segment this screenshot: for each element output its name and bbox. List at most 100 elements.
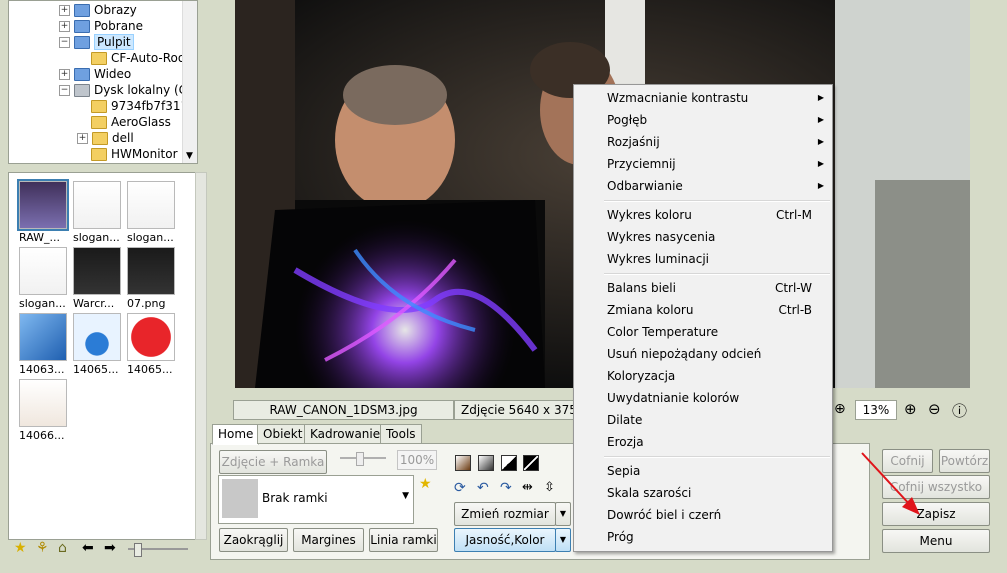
slider-thumb[interactable] bbox=[134, 543, 142, 557]
frame-line-button[interactable]: Linia ramki bbox=[369, 528, 438, 552]
tab-obiekt[interactable]: Obiekt bbox=[257, 424, 309, 444]
tab-kadrowanie[interactable]: Kadrowanie bbox=[304, 424, 387, 444]
menu-item[interactable]: Koloryzacja bbox=[574, 365, 832, 387]
zoom-fit-icon[interactable]: ⊕ bbox=[834, 401, 846, 417]
chevron-down-icon[interactable]: ▼ bbox=[186, 151, 193, 161]
thumbnail-caption: RAW_... bbox=[19, 231, 60, 244]
tree-item[interactable]: + Obrazy bbox=[59, 2, 137, 18]
menu-item[interactable]: Usuń niepożądany odcień bbox=[574, 343, 832, 365]
tree-item[interactable]: + dell bbox=[77, 130, 134, 146]
thumbnail-item[interactable]: slogan... bbox=[127, 181, 179, 244]
thumbnail-image bbox=[73, 181, 121, 229]
frame-select[interactable]: Brak ramki ▼ bbox=[218, 475, 414, 524]
thumbnail-item[interactable]: 07.png bbox=[127, 247, 179, 310]
brightness-dropdown-icon[interactable]: ▼ bbox=[555, 528, 571, 552]
menu-item-label: Erozja bbox=[607, 435, 644, 449]
menu-item[interactable]: Pogłęb ▶ bbox=[574, 109, 832, 131]
menu-item-shortcut: Ctrl-B bbox=[778, 303, 813, 317]
menu-item[interactable]: Skala szarości bbox=[574, 482, 832, 504]
photo-frame-button[interactable]: Zdjęcie + Ramka bbox=[219, 450, 327, 474]
forward-arrow-icon[interactable]: ➡ bbox=[104, 540, 116, 556]
back-arrow-icon[interactable]: ⬅ bbox=[82, 540, 94, 556]
rotate-icon[interactable]: ⟳ bbox=[454, 480, 466, 496]
frame-percent-input[interactable]: 100% bbox=[397, 450, 437, 470]
thumbnail-item[interactable]: 14063... bbox=[19, 313, 71, 376]
flip-vertical-icon[interactable]: ⇳ bbox=[544, 480, 555, 495]
thumbnail-item[interactable]: 14065... bbox=[127, 313, 179, 376]
menu-item[interactable]: Przyciemnij ▶ bbox=[574, 153, 832, 175]
tree-item-label: 9734fb7f311 bbox=[111, 99, 189, 113]
sepia-icon[interactable] bbox=[455, 455, 471, 471]
menu-item[interactable]: Erozja bbox=[574, 431, 832, 453]
menu-item[interactable]: Dilate bbox=[574, 409, 832, 431]
thumbnail-caption: Warcr... bbox=[73, 297, 115, 310]
menu-item[interactable]: Rozjaśnij ▶ bbox=[574, 131, 832, 153]
frame-slider[interactable] bbox=[340, 452, 386, 466]
tree-item[interactable]: 9734fb7f311 bbox=[91, 98, 188, 114]
thumbnail-item[interactable]: slogan... bbox=[19, 247, 71, 310]
tree-item[interactable]: CF-Auto-Root bbox=[91, 50, 190, 66]
tab-tools[interactable]: Tools bbox=[380, 424, 422, 444]
menu-item[interactable]: Odbarwianie ▶ bbox=[574, 175, 832, 197]
tree-item[interactable]: − Dysk lokalny (C:) bbox=[59, 82, 196, 98]
redo-button[interactable]: Powtórz bbox=[939, 449, 990, 473]
zoom-out-icon[interactable]: ⊖ bbox=[928, 400, 941, 418]
menu-item[interactable]: Wykres koloru Ctrl-M bbox=[574, 204, 832, 226]
expander-icon[interactable]: − bbox=[59, 85, 70, 96]
zoom-level[interactable]: 13% bbox=[855, 400, 897, 420]
star-icon[interactable]: ★ bbox=[14, 540, 27, 556]
tab-home[interactable]: Home bbox=[212, 424, 260, 445]
thumbnail-item[interactable]: RAW_... bbox=[17, 179, 71, 244]
menu-item[interactable]: Zmiana koloru Ctrl-B bbox=[574, 299, 832, 321]
expander-icon[interactable]: + bbox=[59, 21, 70, 32]
tag-icon[interactable]: ⚘ bbox=[36, 540, 49, 556]
menu-item[interactable]: Wykres luminacji bbox=[574, 248, 832, 270]
tree-item[interactable]: AeroGlass bbox=[91, 114, 171, 130]
resize-button[interactable]: Zmień rozmiar bbox=[454, 502, 556, 526]
tree-item[interactable]: − Pulpit bbox=[59, 34, 134, 50]
chevron-down-icon[interactable]: ▼ bbox=[402, 491, 409, 501]
thumbnail-item[interactable]: 14066... bbox=[19, 379, 71, 442]
folder-tree[interactable]: + Obrazy + Pobrane − Pulpit CF-Auto-Root + Wideo… bbox=[8, 0, 198, 164]
menu-item[interactable]: Sepia bbox=[574, 460, 832, 482]
contrast-icon[interactable] bbox=[501, 455, 517, 471]
tree-item[interactable]: + Wideo bbox=[59, 66, 131, 82]
expander-icon[interactable]: + bbox=[59, 5, 70, 16]
rotate-left-icon[interactable]: ↶ bbox=[477, 480, 489, 496]
resize-dropdown-icon[interactable]: ▼ bbox=[555, 502, 571, 526]
menu-item[interactable]: Wzmacnianie kontrastu ▶ bbox=[574, 87, 832, 109]
expander-icon[interactable]: + bbox=[77, 133, 88, 144]
tree-item[interactable]: + Pobrane bbox=[59, 18, 143, 34]
tree-item[interactable]: HWMonitor bbox=[91, 146, 178, 162]
folder-open-icon[interactable]: ⌂ bbox=[58, 540, 67, 556]
thumbnail-list[interactable]: RAW_... slogan... slogan... slogan... Warcr.… bbox=[8, 172, 198, 540]
info-icon[interactable]: ⓘ bbox=[952, 400, 967, 421]
menu-item[interactable]: Wykres nasycenia bbox=[574, 226, 832, 248]
menu-item[interactable]: Dowróć biel i czerń bbox=[574, 504, 832, 526]
margins-button[interactable]: Margines bbox=[293, 528, 364, 552]
menu-button[interactable]: Menu bbox=[882, 529, 990, 553]
thumb-size-slider[interactable] bbox=[128, 543, 188, 557]
menu-item-label: Przyciemnij bbox=[607, 157, 676, 171]
menu-item[interactable]: Próg bbox=[574, 526, 832, 548]
rotate-right-icon[interactable]: ↷ bbox=[500, 480, 512, 496]
tree-scrollbar[interactable]: ▼ bbox=[182, 1, 197, 163]
frame-slider-thumb[interactable] bbox=[356, 452, 364, 466]
negative-icon[interactable] bbox=[523, 455, 539, 471]
flip-horizontal-icon[interactable]: ⇹ bbox=[522, 480, 533, 495]
round-corners-button[interactable]: Zaokrąglij bbox=[219, 528, 288, 552]
thumbnail-item[interactable]: 14065... bbox=[73, 313, 125, 376]
expander-icon[interactable]: − bbox=[59, 37, 70, 48]
star-icon[interactable]: ★ bbox=[419, 476, 432, 492]
brightness-color-button[interactable]: Jasność,Kolor bbox=[454, 528, 556, 552]
menu-item[interactable]: Color Temperature bbox=[574, 321, 832, 343]
zoom-in-icon[interactable]: ⊕ bbox=[904, 400, 917, 418]
grayscale-icon[interactable] bbox=[478, 455, 494, 471]
thumbnail-scrollbar[interactable] bbox=[195, 172, 207, 540]
menu-item[interactable]: Uwydatnianie kolorów bbox=[574, 387, 832, 409]
thumbnail-item[interactable]: Warcr... bbox=[73, 247, 125, 310]
menu-item[interactable]: Balans bieli Ctrl-W bbox=[574, 277, 832, 299]
thumbnail-item[interactable]: slogan... bbox=[73, 181, 125, 244]
tree-item-label: Pulpit bbox=[94, 34, 134, 50]
expander-icon[interactable]: + bbox=[59, 69, 70, 80]
